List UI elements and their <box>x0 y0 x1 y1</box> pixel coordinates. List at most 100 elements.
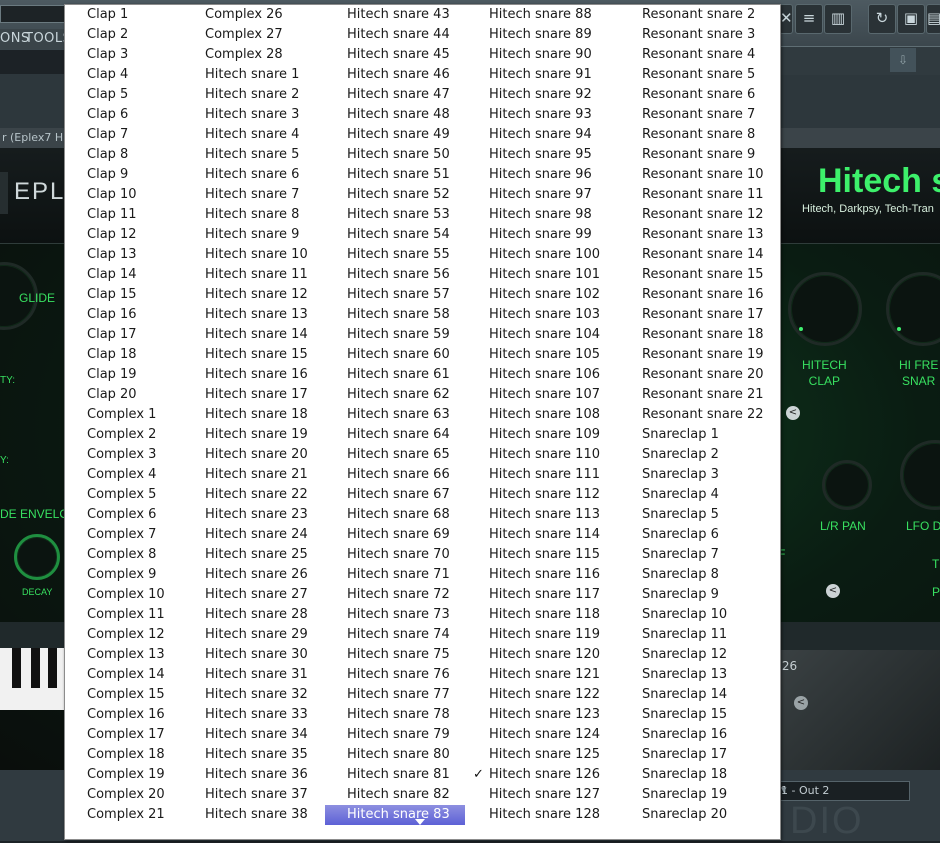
menu-item[interactable]: Hitech snare 7 <box>205 185 345 205</box>
toolbar-bars-icon[interactable]: ▥ <box>824 4 852 34</box>
menu-item[interactable]: Clap 2 <box>87 25 203 45</box>
menu-item[interactable]: Complex 12 <box>87 625 203 645</box>
menu-item[interactable]: Hitech snare 20 <box>205 445 345 465</box>
menu-item[interactable]: Hitech snare 91 <box>489 65 639 85</box>
menu-item[interactable]: Hitech snare 34 <box>205 725 345 745</box>
menu-item[interactable]: Complex 13 <box>87 645 203 665</box>
menu-item[interactable]: Hitech snare 53 <box>347 205 487 225</box>
pattern-name-field[interactable] <box>0 5 66 23</box>
menu-item[interactable]: Snareclap 15 <box>642 705 779 725</box>
menu-item[interactable]: Complex 10 <box>87 585 203 605</box>
menu-item[interactable]: Hitech snare 55 <box>347 245 487 265</box>
menu-item[interactable]: Hitech snare 18 <box>205 405 345 425</box>
menu-item[interactable]: Hitech snare 35 <box>205 745 345 765</box>
menu-item[interactable]: Clap 20 <box>87 385 203 405</box>
menu-item[interactable]: Hitech snare 94 <box>489 125 639 145</box>
menu-item[interactable]: Hitech snare 54 <box>347 225 487 245</box>
menu-item[interactable]: Hitech snare 69 <box>347 525 487 545</box>
menu-item[interactable]: Hitech snare 72 <box>347 585 487 605</box>
prev-arrow-icon-2[interactable]: < <box>826 584 840 598</box>
menu-item[interactable]: Snareclap 8 <box>642 565 779 585</box>
menu-item[interactable]: Hitech snare 99 <box>489 225 639 245</box>
menu-item[interactable]: Resonant snare 13 <box>642 225 779 245</box>
menu-item[interactable]: Snareclap 20 <box>642 805 779 825</box>
menu-item[interactable]: Complex 17 <box>87 725 203 745</box>
menu-item[interactable]: Hitech snare 61 <box>347 365 487 385</box>
menu-item[interactable]: Hitech snare 128 <box>489 805 639 825</box>
menu-item[interactable]: Hitech snare 117 <box>489 585 639 605</box>
menu-item[interactable]: Hitech snare 93 <box>489 105 639 125</box>
menu-item[interactable]: Hitech snare 9 <box>205 225 345 245</box>
menu-item[interactable]: Hitech snare 3 <box>205 105 345 125</box>
menu-item[interactable]: Hitech snare 108 <box>489 405 639 425</box>
menu-item[interactable]: Hitech snare 125 <box>489 745 639 765</box>
menu-item[interactable]: Complex 14 <box>87 665 203 685</box>
menu-item[interactable]: Snareclap 16 <box>642 725 779 745</box>
menu-item[interactable]: Hitech snare 122 <box>489 685 639 705</box>
menu-item[interactable]: Hitech snare 92 <box>489 85 639 105</box>
menu-item[interactable]: Hitech snare 116 <box>489 565 639 585</box>
menu-item[interactable]: Complex 3 <box>87 445 203 465</box>
menu-item[interactable]: Complex 21 <box>87 805 203 825</box>
menu-item[interactable]: Complex 6 <box>87 505 203 525</box>
menu-item[interactable]: Resonant snare 12 <box>642 205 779 225</box>
menu-item[interactable]: Hitech snare 36 <box>205 765 345 785</box>
menu-item[interactable]: Hitech snare 24 <box>205 525 345 545</box>
menu-item[interactable]: Hitech snare 29 <box>205 625 345 645</box>
menu-item[interactable]: Snareclap 12 <box>642 645 779 665</box>
menu-item[interactable]: Resonant snare 11 <box>642 185 779 205</box>
menu-item[interactable]: Hitech snare 66 <box>347 465 487 485</box>
menu-item[interactable]: Hitech snare 65 <box>347 445 487 465</box>
toolbar-close-icon[interactable]: ✕ <box>779 4 793 34</box>
menu-item[interactable]: Hitech snare 74 <box>347 625 487 645</box>
menu-item[interactable]: Clap 10 <box>87 185 203 205</box>
menu-item[interactable]: Hitech snare 4 <box>205 125 345 145</box>
menu-item[interactable]: Complex 16 <box>87 705 203 725</box>
menu-item[interactable]: Clap 16 <box>87 305 203 325</box>
menu-item[interactable]: Clap 9 <box>87 165 203 185</box>
menu-item[interactable]: Hitech snare 60 <box>347 345 487 365</box>
menu-item[interactable]: Hitech snare 50 <box>347 145 487 165</box>
menu-item[interactable]: Resonant snare 10 <box>642 165 779 185</box>
menu-item[interactable]: Complex 9 <box>87 565 203 585</box>
menu-item[interactable]: Hitech snare 114 <box>489 525 639 545</box>
menu-item[interactable]: Resonant snare 6 <box>642 85 779 105</box>
menu-item[interactable]: Hitech snare 38 <box>205 805 345 825</box>
menu-item[interactable]: Hitech snare 77 <box>347 685 487 705</box>
menu-item[interactable]: Hitech snare 120 <box>489 645 639 665</box>
menu-item[interactable]: Clap 1 <box>87 5 203 25</box>
menu-item[interactable]: Snareclap 2 <box>642 445 779 465</box>
black-key[interactable] <box>31 648 40 688</box>
menu-item[interactable]: Clap 5 <box>87 85 203 105</box>
menu-item[interactable]: Resonant snare 3 <box>642 25 779 45</box>
menu-item[interactable]: Hitech snare 12 <box>205 285 345 305</box>
menu-item[interactable]: Snareclap 6 <box>642 525 779 545</box>
menu-item[interactable]: Hitech snare 22 <box>205 485 345 505</box>
menu-item[interactable]: Hitech snare 118 <box>489 605 639 625</box>
menu-item[interactable]: Hitech snare 64 <box>347 425 487 445</box>
menu-item[interactable]: Hitech snare 8 <box>205 205 345 225</box>
menu-item[interactable]: Resonant snare 18 <box>642 325 779 345</box>
menu-item[interactable]: Hitech snare 104 <box>489 325 639 345</box>
black-key[interactable] <box>12 648 21 688</box>
menu-item[interactable]: Clap 17 <box>87 325 203 345</box>
prev-arrow-icon-3[interactable]: < <box>794 696 808 710</box>
menu-item[interactable]: Hitech snare 27 <box>205 585 345 605</box>
menu-item[interactable]: Resonant snare 8 <box>642 125 779 145</box>
menu-item[interactable]: Hitech snare 79 <box>347 725 487 745</box>
menu-item[interactable]: Clap 4 <box>87 65 203 85</box>
menu-item[interactable]: Hitech snare 26 <box>205 565 345 585</box>
menu-item[interactable]: Hitech snare 37 <box>205 785 345 805</box>
menu-item[interactable]: Snareclap 14 <box>642 685 779 705</box>
menu-item[interactable]: Clap 3 <box>87 45 203 65</box>
toolbar-refresh-icon[interactable]: ↻ <box>868 4 896 34</box>
menu-item[interactable]: Resonant snare 4 <box>642 45 779 65</box>
lr-pan-knob[interactable] <box>822 460 872 510</box>
menu-item[interactable]: Snareclap 7 <box>642 545 779 565</box>
menu-item[interactable]: Snareclap 17 <box>642 745 779 765</box>
menu-item[interactable]: Hitech snare 123 <box>489 705 639 725</box>
menu-item[interactable]: Snareclap 4 <box>642 485 779 505</box>
menu-item[interactable]: Hitech snare 105 <box>489 345 639 365</box>
menu-item[interactable]: Hitech snare 2 <box>205 85 345 105</box>
menu-item[interactable]: Complex 28 <box>205 45 345 65</box>
